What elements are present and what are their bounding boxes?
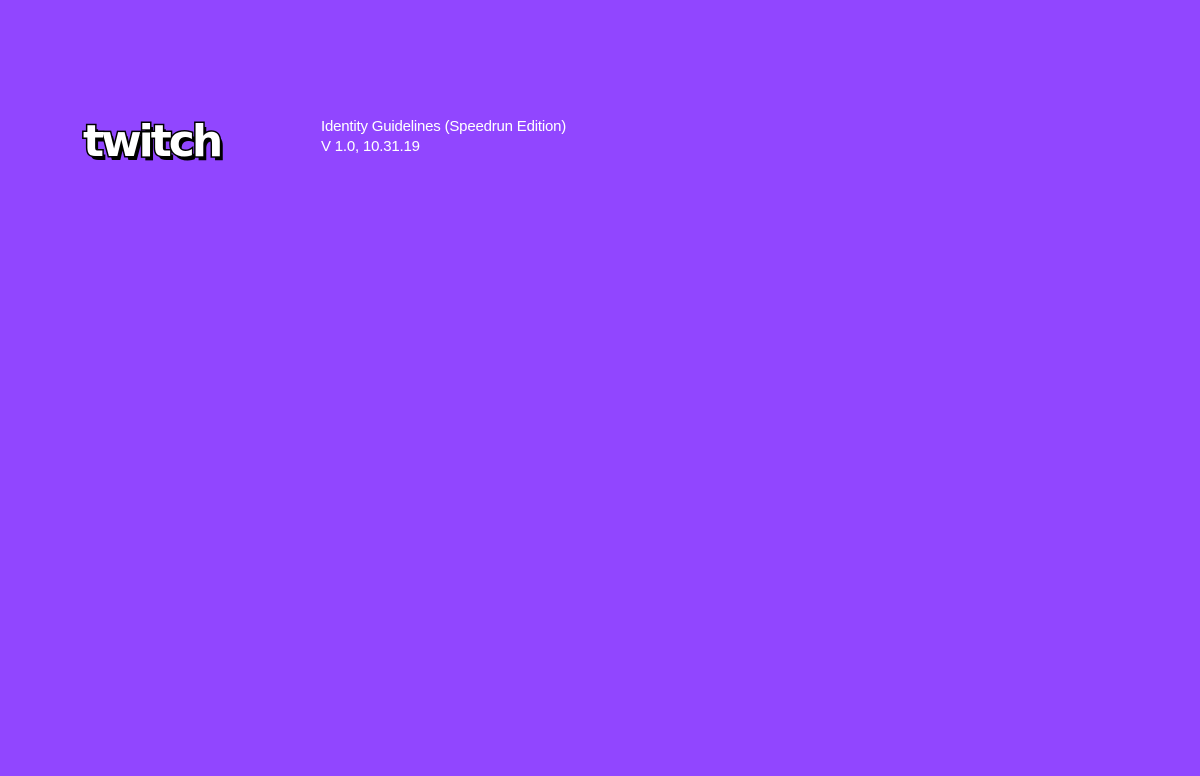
twitch-logo: twitch twitch [82, 118, 228, 168]
svg-text:twitch: twitch [83, 118, 220, 167]
cover-page: twitch twitch Identity Guidelines (Speed… [0, 0, 1200, 776]
twitch-wordmark-icon: twitch twitch [82, 118, 226, 168]
document-meta: Identity Guidelines (Speedrun Edition) V… [321, 117, 566, 156]
document-version: V 1.0, 10.31.19 [321, 137, 420, 155]
document-title: Identity Guidelines (Speedrun Edition) [321, 118, 567, 135]
